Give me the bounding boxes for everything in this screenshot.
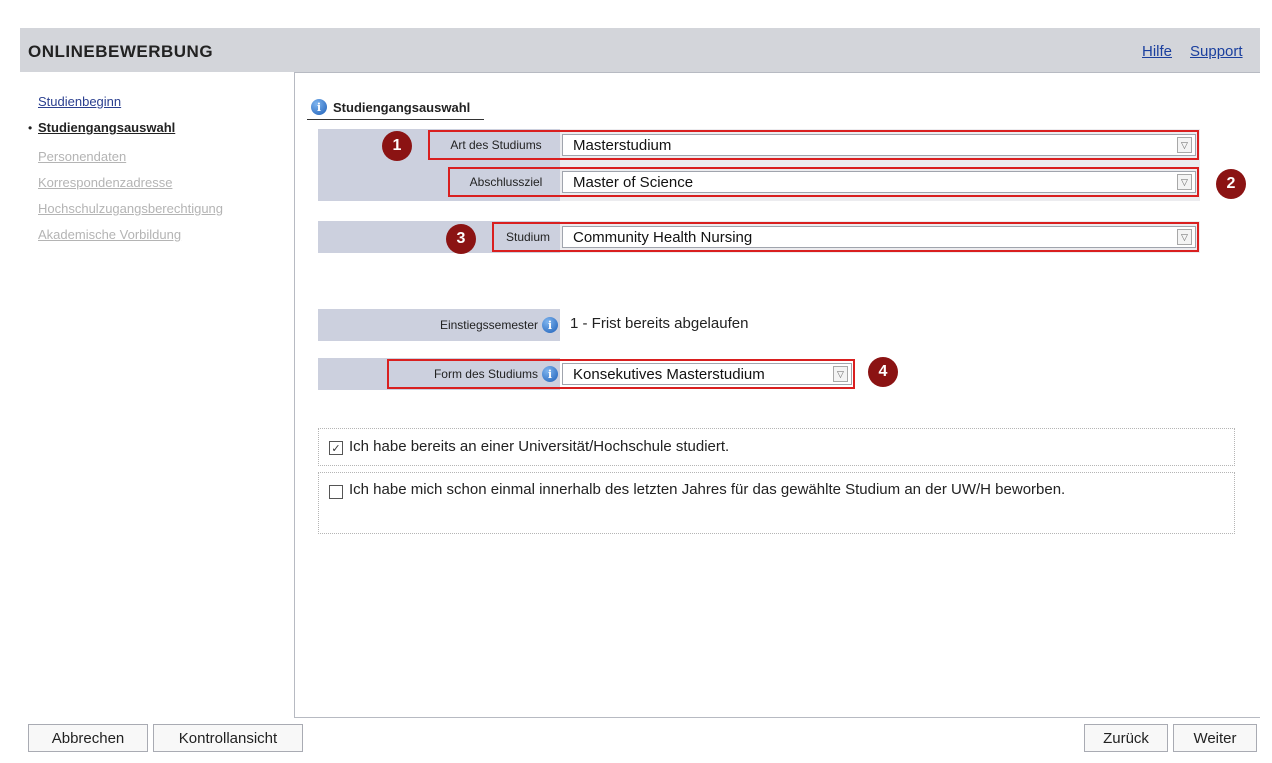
studied-checkbox-label: Ich habe bereits an einer Universität/Ho… xyxy=(349,438,730,455)
sidebar-item-akademische-vorbildung: Akademische Vorbildung xyxy=(38,227,182,242)
footer-bar: Abbrechen Kontrollansicht Zurück Weiter xyxy=(20,718,1260,758)
support-link[interactable]: Support xyxy=(1190,43,1243,60)
checkbox-row-applied: Ich habe mich schon einmal innerhalb des… xyxy=(318,472,1235,534)
tab-label: Studiengangsauswahl xyxy=(333,99,471,115)
main-content: i Studiengangsauswahl Art des Studiums M… xyxy=(294,72,1260,718)
sidebar-item-studiengangsauswahl[interactable]: Studiengangsauswahl xyxy=(38,120,175,135)
back-button[interactable]: Zurück xyxy=(1084,724,1168,752)
cancel-button[interactable]: Abbrechen xyxy=(28,724,148,752)
tab-studiengangsauswahl[interactable]: i Studiengangsauswahl xyxy=(307,95,485,120)
applied-checkbox-label: Ich habe mich schon einmal innerhalb des… xyxy=(349,481,1066,498)
help-link[interactable]: Hilfe xyxy=(1142,43,1172,60)
header-bar: Onlinebewerbung Hilfe Support xyxy=(20,28,1260,72)
einstiegssemester-label: Einstiegssemester i xyxy=(318,314,558,336)
einstiegssemester-label-text: Einstiegssemester xyxy=(439,318,538,332)
info-icon: i xyxy=(311,99,327,115)
sidebar-item-korrespondenzadresse: Korrespondenzadresse xyxy=(38,175,173,190)
annotation-badge-1: 1 xyxy=(382,131,412,161)
annotation-badge-2: 2 xyxy=(1216,169,1246,199)
highlight-box-3 xyxy=(492,222,1199,252)
sidebar-item-hochschulzugangsberechtigung: Hochschulzugangsberechtigung xyxy=(38,201,224,216)
application-frame: Onlinebewerbung Hilfe Support Studienbeg… xyxy=(20,28,1260,758)
applied-checkbox[interactable] xyxy=(329,485,343,499)
studied-checkbox[interactable]: ✓ xyxy=(329,441,343,455)
next-button[interactable]: Weiter xyxy=(1173,724,1257,752)
info-icon[interactable]: i xyxy=(542,317,558,333)
page-title: Onlinebewerbung xyxy=(28,42,214,61)
annotation-badge-3: 3 xyxy=(446,224,476,254)
sidebar-item-studienbeginn[interactable]: Studienbeginn xyxy=(38,94,121,109)
annotation-badge-4: 4 xyxy=(868,357,898,387)
highlight-box-1 xyxy=(428,130,1199,160)
highlight-box-2 xyxy=(448,167,1199,197)
einstiegssemester-value: 1 - Frist bereits abgelaufen xyxy=(570,315,749,332)
highlight-box-4 xyxy=(387,359,855,389)
checkbox-row-studied: ✓ Ich habe bereits an einer Universität/… xyxy=(318,428,1235,466)
current-step-bullet: • xyxy=(28,121,33,135)
sidebar-item-personendaten: Personendaten xyxy=(38,149,127,164)
sidebar-nav: Studienbeginn • Studiengangsauswahl Pers… xyxy=(20,72,294,718)
control-view-button[interactable]: Kontrollansicht xyxy=(153,724,303,752)
